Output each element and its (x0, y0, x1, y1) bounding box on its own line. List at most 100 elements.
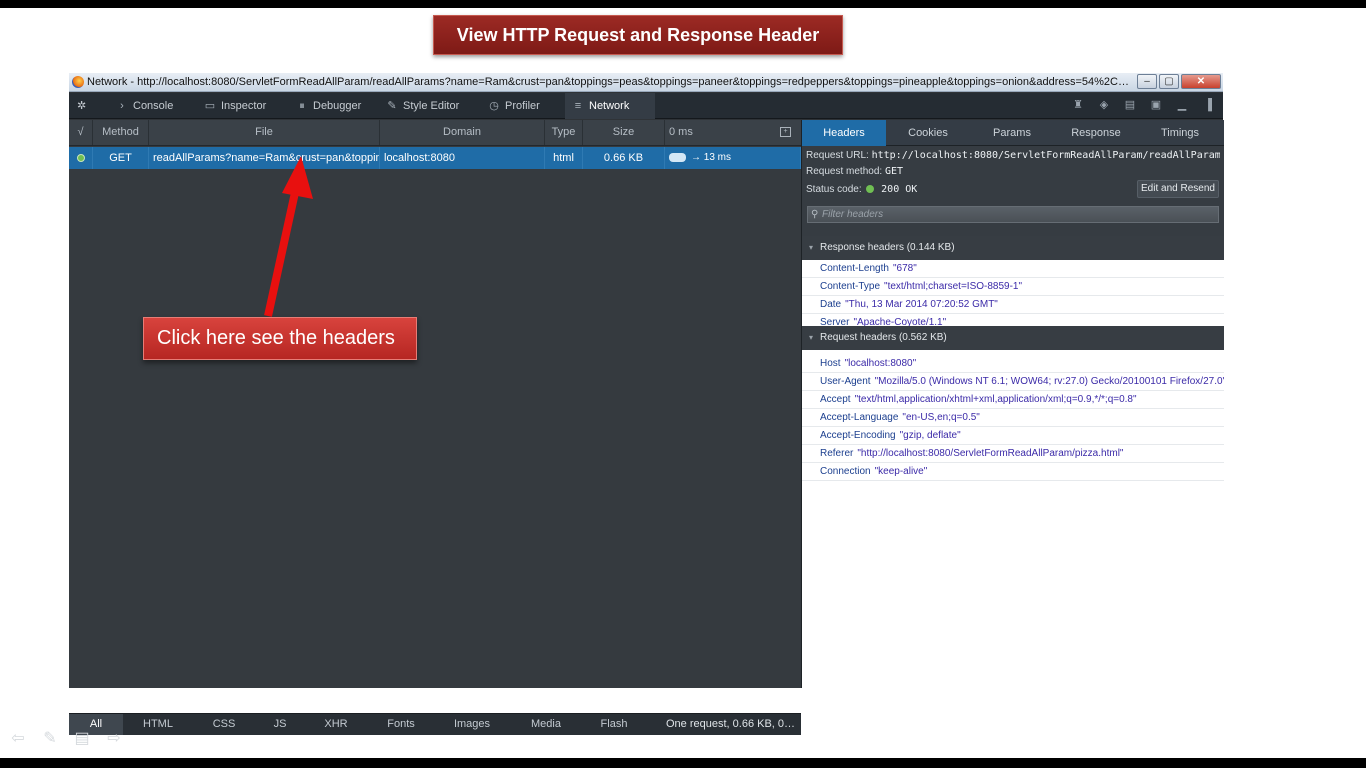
details-tabs: Headers Cookies Params Response Timings (802, 120, 1224, 146)
gear-icon[interactable]: ✲ (71, 93, 95, 119)
network-icon: ≡ (574, 100, 582, 112)
request-size: 0.66 KB (583, 147, 665, 169)
filter-headers-input[interactable]: ⚲ Filter headers (807, 206, 1219, 223)
network-request-list: √ Method File Domain Type Size 0 ms + GET… (69, 120, 801, 735)
edit-and-resend-button[interactable]: Edit and Resend (1137, 180, 1219, 198)
response-header-row[interactable]: Content-Length "678" (802, 260, 1224, 278)
request-method-line: Request method: GET (806, 166, 904, 177)
tab-timings[interactable]: Timings (1138, 120, 1222, 146)
debugger-icon: ⏸ (299, 100, 305, 112)
previous-slide-icon[interactable]: ⇦ (8, 730, 28, 748)
paintbrush-icon[interactable]: ♜ (1071, 98, 1085, 112)
request-header-row[interactable]: Host "localhost:8080" (802, 355, 1224, 373)
collapse-arrow-icon: ▾ (809, 243, 814, 252)
tab-cookies[interactable]: Cookies (886, 120, 970, 146)
filter-fonts[interactable]: Fonts (374, 714, 428, 735)
request-timing: → 13 ms (665, 147, 801, 169)
toolbar-right-icons: ♜ ◈ ▤ ▣ ▁ ▐ (1071, 98, 1215, 112)
request-list-header: √ Method File Domain Type Size 0 ms + (69, 120, 801, 146)
request-filter-bar: All HTML CSS JS XHR Fonts Images Media F… (69, 713, 801, 735)
request-header-row[interactable]: User-Agent "Mozilla/5.0 (Windows NT 6.1; … (802, 373, 1224, 391)
filter-images[interactable]: Images (445, 714, 499, 735)
callout-label: Click here see the headers (143, 317, 417, 360)
filter-flash[interactable]: Flash (587, 714, 641, 735)
filter-css[interactable]: CSS (197, 714, 251, 735)
filter-js[interactable]: JS (253, 714, 307, 735)
slide-title: View HTTP Request and Response Header (433, 15, 843, 55)
request-url-line: Request URL: http://localhost:8080/Servl… (806, 150, 1220, 161)
request-url: http://localhost:8080/ServletFormReadAll… (871, 150, 1220, 161)
response-header-row[interactable]: Content-Type "text/html;charset=ISO-8859-… (802, 278, 1224, 296)
style-editor-icon: ✎ (387, 100, 397, 112)
column-waterfall[interactable]: 0 ms + (665, 120, 801, 145)
column-file[interactable]: File (149, 120, 380, 145)
bottom-black-bar (0, 758, 1366, 768)
request-file: readAllParams?name=Ram&crust=pan&toppin.… (149, 147, 380, 169)
window-controls: – ▢ ✕ (1137, 74, 1221, 89)
request-header-row[interactable]: Accept-Encoding "gzip, deflate" (802, 427, 1224, 445)
request-header-row[interactable]: Accept-Language "en-US,en;q=0.5" (802, 409, 1224, 427)
search-icon: ⚲ (811, 209, 819, 220)
tab-params[interactable]: Params (970, 120, 1054, 146)
collapse-arrow-icon: ▾ (809, 333, 814, 342)
window-title: Network - http://localhost:8080/ServletF… (87, 76, 1129, 88)
scratchpad-icon[interactable]: ▤ (1123, 98, 1137, 112)
console-icon: › (120, 100, 124, 112)
inspector-icon: ▭ (204, 100, 216, 112)
status-code-value: 200 OK (881, 184, 918, 195)
firefox-icon (72, 76, 84, 88)
tab-profiler[interactable]: ◷ Profiler (481, 93, 565, 119)
window-titlebar: Network - http://localhost:8080/ServletF… (69, 73, 1223, 92)
devtools-toolbar: ✲ › Console ▭ Inspector ⏸ Debugger ✎ Style E… (69, 93, 1223, 119)
slide-navigation: ⇦ ✎ ▤ ⇨ (8, 730, 124, 748)
status-ok-icon (77, 154, 85, 162)
filter-xhr[interactable]: XHR (309, 714, 363, 735)
request-method: GET (93, 147, 149, 169)
tab-headers[interactable]: Headers (802, 120, 886, 146)
response-headers-section[interactable]: ▾ Response headers (0.144 KB) (802, 236, 1224, 260)
close-button[interactable]: ✕ (1181, 74, 1221, 89)
request-header-row[interactable]: Referer "http://localhost:8080/ServletFor… (802, 445, 1224, 463)
dock-side-icon[interactable]: ▐ (1201, 98, 1215, 112)
top-black-bar (0, 0, 1366, 8)
pen-icon[interactable]: ✎ (40, 730, 60, 748)
minimize-button[interactable]: – (1137, 74, 1157, 89)
tab-inspector[interactable]: ▭ Inspector (197, 93, 287, 119)
status-ok-icon (866, 185, 875, 193)
request-summary: One request, 0.66 KB, 0.... (666, 718, 796, 730)
table-row[interactable]: GET readAllParams?name=Ram&crust=pan&top… (69, 147, 801, 169)
column-domain[interactable]: Domain (380, 120, 545, 145)
headers-summary: Request URL: http://localhost:8080/Servl… (802, 146, 1224, 260)
request-header-row[interactable]: Accept "text/html,application/xhtml+xml,a… (802, 391, 1224, 409)
request-method-value: GET (884, 166, 904, 177)
column-type[interactable]: Type (545, 120, 583, 145)
responsive-icon[interactable]: ▣ (1149, 98, 1163, 112)
request-headers-section[interactable]: ▾ Request headers (0.562 KB) (802, 326, 1224, 350)
maximize-button[interactable]: ▢ (1159, 74, 1179, 89)
column-status[interactable]: √ (69, 120, 93, 145)
3d-view-icon[interactable]: ◈ (1097, 98, 1111, 112)
filter-media[interactable]: Media (519, 714, 573, 735)
status-code-line: Status code: 200 OK (806, 184, 918, 195)
timing-bar (669, 152, 686, 162)
status-indicator (69, 147, 93, 169)
response-header-row[interactable]: Date "Thu, 13 Mar 2014 07:20:52 GMT" (802, 296, 1224, 314)
column-method[interactable]: Method (93, 120, 149, 145)
browser-window: Network - http://localhost:8080/ServletF… (69, 73, 1224, 735)
waterfall-toggle-icon[interactable]: + (780, 127, 791, 137)
dock-bottom-icon[interactable]: ▁ (1175, 98, 1189, 112)
request-header-row[interactable]: Connection "keep-alive" (802, 463, 1224, 481)
tab-style-editor[interactable]: ✎ Style Editor (379, 93, 475, 119)
column-size[interactable]: Size (583, 120, 665, 145)
tab-debugger[interactable]: ⏸ Debugger (289, 93, 375, 119)
request-type: html (545, 147, 583, 169)
filter-html[interactable]: HTML (131, 714, 185, 735)
next-slide-icon[interactable]: ⇨ (104, 730, 124, 748)
request-domain: localhost:8080 (380, 147, 545, 169)
profiler-icon: ◷ (489, 100, 499, 112)
request-details-pane: Headers Cookies Params Response Timings … (801, 120, 1224, 688)
slide-menu-icon[interactable]: ▤ (72, 730, 92, 748)
tab-network[interactable]: ≡ Network (565, 93, 655, 119)
tab-response[interactable]: Response (1054, 120, 1138, 146)
tab-console[interactable]: › Console (109, 93, 195, 119)
